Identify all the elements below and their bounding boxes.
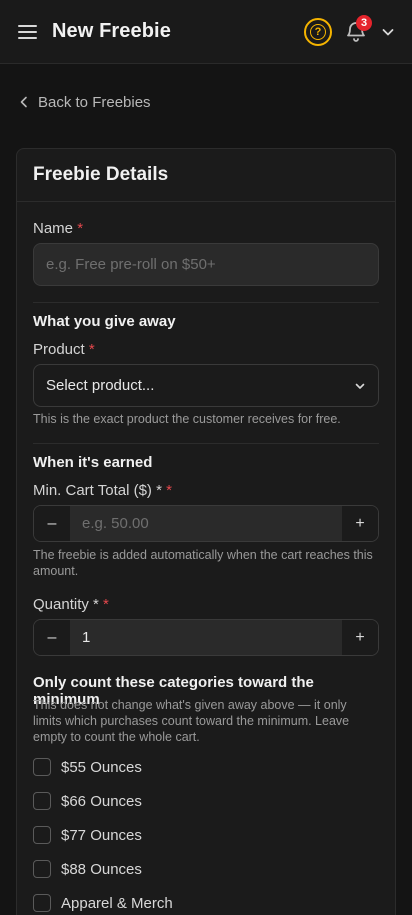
product-helper-text: This is the exact product the customer r… xyxy=(33,412,341,426)
category-checkbox[interactable] xyxy=(33,894,51,912)
quantity-field-label: Quantity * * xyxy=(33,596,109,613)
category-checkbox-row[interactable]: $77 Ounces xyxy=(33,825,142,845)
category-checkbox[interactable] xyxy=(33,792,51,810)
category-checkbox-row[interactable]: Apparel & Merch xyxy=(33,893,173,913)
product-select[interactable]: Select product... xyxy=(33,364,379,407)
min-cart-decrement-button[interactable]: – xyxy=(34,506,70,541)
help-icon[interactable]: ? xyxy=(304,18,332,46)
min-cart-helper-text: The freebie is added automatically when … xyxy=(33,548,373,578)
name-input[interactable] xyxy=(33,243,379,286)
required-mark: * xyxy=(103,596,109,613)
freebie-details-card: Freebie Details Name * What you give awa… xyxy=(16,148,396,915)
category-label: $77 Ounces xyxy=(61,826,142,844)
help-glyph: ? xyxy=(310,24,326,40)
category-checkbox-row[interactable]: $66 Ounces xyxy=(33,791,142,811)
category-checkbox[interactable] xyxy=(33,758,51,776)
quantity-decrement-button[interactable]: – xyxy=(34,620,70,655)
chevron-down-icon xyxy=(355,383,365,389)
categories-helper-text: This does not change what's given away a… xyxy=(33,698,350,744)
quantity-input[interactable] xyxy=(70,620,342,655)
top-app-bar: New Freebie ? 3 xyxy=(0,0,412,64)
category-label: Apparel & Merch xyxy=(61,894,173,912)
category-checkbox[interactable] xyxy=(33,860,51,878)
card-header: Freebie Details xyxy=(17,149,395,202)
section-divider xyxy=(33,443,379,444)
required-mark: * xyxy=(88,341,95,358)
category-label: $88 Ounces xyxy=(61,860,142,878)
category-checkbox-row[interactable]: $88 Ounces xyxy=(33,859,142,879)
back-to-freebies-link[interactable]: Back to Freebies xyxy=(18,92,151,112)
notification-count-badge: 3 xyxy=(356,15,372,31)
min-cart-field-label: Min. Cart Total ($) * * xyxy=(33,482,172,499)
card-title: Freebie Details xyxy=(33,164,169,185)
back-link-label: Back to Freebies xyxy=(38,93,151,111)
category-label: $55 Ounces xyxy=(61,758,142,776)
category-checkbox-row[interactable]: $55 Ounces xyxy=(33,757,142,777)
category-label: $66 Ounces xyxy=(61,792,142,810)
page-title: New Freebie xyxy=(52,20,171,42)
name-field-label: Name * xyxy=(33,220,84,237)
quantity-stepper: – + xyxy=(33,619,379,656)
min-cart-increment-button[interactable]: + xyxy=(342,506,378,541)
required-mark: * xyxy=(77,220,84,237)
product-field-label: Product * xyxy=(33,341,95,358)
quantity-increment-button[interactable]: + xyxy=(342,620,378,655)
min-cart-input[interactable] xyxy=(70,506,342,541)
category-checkbox[interactable] xyxy=(33,826,51,844)
hamburger-menu-icon[interactable] xyxy=(18,22,38,42)
product-select-value: Select product... xyxy=(46,377,155,394)
give-away-heading: What you give away xyxy=(33,313,176,330)
section-divider xyxy=(33,302,379,303)
chevron-left-icon xyxy=(20,96,27,108)
earned-heading: When it's earned xyxy=(33,454,153,471)
required-mark: * xyxy=(166,482,172,499)
min-cart-stepper: – + xyxy=(33,505,379,542)
account-chevron-down-icon[interactable] xyxy=(380,24,396,40)
